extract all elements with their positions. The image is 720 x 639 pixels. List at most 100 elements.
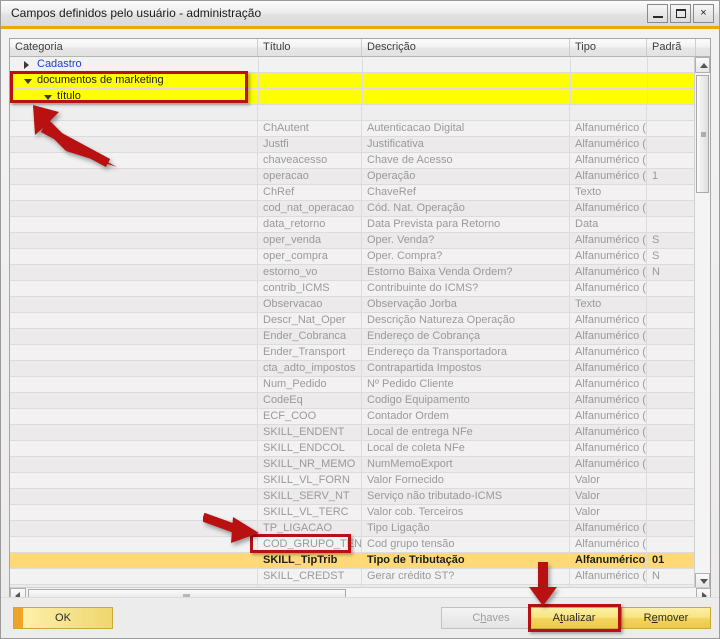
column-header-padrao[interactable]: Padrã — [647, 39, 696, 56]
table-row[interactable]: data_retorno Data Prevista para Retorno Da… — [10, 217, 696, 233]
table-row[interactable]: CodeEqCodigo EquipamentoAlfanumérico (8) — [10, 393, 696, 409]
remover-label: Remover — [643, 612, 689, 624]
grid-cell-titulo: SKILL_TipTrib — [258, 553, 362, 568]
column-separator — [362, 73, 363, 88]
atualizar-button[interactable]: Atualizar — [529, 607, 619, 629]
chevron-up-icon — [700, 63, 708, 68]
grid-cell-descricao: Valor Fornecido — [362, 473, 570, 488]
grid-cell-descricao: Tipo Ligação — [362, 521, 570, 536]
table-row[interactable]: JustfiJustificativaAlfanumérico (254) — [10, 137, 696, 153]
table-row[interactable]: TP_LIGACAOTipo LigaçãoAlfanumérico (10) — [10, 521, 696, 537]
grid-cell-padrao — [647, 409, 696, 424]
chevron-down-icon[interactable] — [44, 95, 52, 100]
chevron-right-icon[interactable] — [24, 61, 29, 69]
grid-cell-descricao: Contribuinte do ICMS? — [362, 281, 570, 296]
grid-body[interactable]: Cadastro documentos de marketing título ChA… — [10, 57, 696, 589]
column-header-tipo[interactable]: Tipo — [570, 39, 647, 56]
grid-cell-padrao — [647, 329, 696, 344]
grid-cell-categoria — [10, 329, 258, 344]
dialog-content: Categoria Título Descrição Tipo Padrã Ca… — [1, 32, 719, 638]
ok-button[interactable]: OK — [13, 607, 113, 629]
grid-cell-titulo: cta_adto_impostos — [258, 361, 362, 376]
table-row[interactable]: Descr_Nat_Oper Descrição Natureza Operaçã… — [10, 313, 696, 329]
table-row[interactable]: SKILL_VL_TERC Valor cob. Terceiros Valor — [10, 505, 696, 521]
grid-cell-padrao — [647, 201, 696, 216]
table-row[interactable]: COD_GRUPO_TENSACCod grupo tensãoAlfanumé… — [10, 537, 696, 553]
grid-cell-padrao: 01 — [652, 554, 665, 566]
grid-cell-descricao: Codigo Equipamento — [362, 393, 570, 408]
grid-cell-tipo: Alfanumérico (1) — [570, 249, 647, 264]
grid-cell-padrao — [647, 457, 696, 472]
table-row[interactable]: estorno_vo Estorno Baixa Venda Ordem? Alfa… — [10, 265, 696, 281]
grid-cell-descricao: Justificativa — [362, 137, 570, 152]
table-row[interactable]: SKILL_CREDST Gerar crédito ST? Alfanuméric… — [10, 569, 696, 585]
grid-cell — [647, 105, 696, 120]
grid-cell-categoria — [10, 185, 258, 200]
vertical-scroll-thumb[interactable] — [696, 75, 709, 193]
grid-cell-tipo: Data — [570, 217, 647, 232]
column-separator — [647, 89, 648, 104]
table-row[interactable]: oper_vendaOper. Venda?Alfanumérico (1) S — [10, 233, 696, 249]
grid-cell-categoria — [10, 313, 258, 328]
grid-cell-padrao — [647, 377, 696, 392]
tree-node-row[interactable]: Cadastro — [10, 57, 696, 73]
table-row[interactable]: operacaoOperaçãoAlfanumérico (1) 1 — [10, 169, 696, 185]
remover-button[interactable]: Remover — [621, 607, 711, 629]
column-separator — [258, 73, 259, 88]
table-row[interactable]: SKILL_ENDCOL Local de coleta NFe Alfanumér… — [10, 441, 696, 457]
grid-cell-padrao: 1 — [652, 170, 659, 182]
grid-cell-padrao — [647, 345, 696, 360]
grid-cell-tipo: Alfanumérico (100) — [570, 329, 647, 344]
grid-cell-descricao: Gerar crédito ST? — [362, 569, 570, 584]
grid-cell-tipo: Alfanumérico (1) — [570, 281, 647, 296]
column-header-titulo[interactable]: Título — [258, 39, 362, 56]
grid-cell-categoria — [10, 505, 258, 520]
table-row[interactable]: Num_Pedido Nº Pedido Cliente Alfanumérico … — [10, 377, 696, 393]
grid-cell-categoria — [10, 217, 258, 232]
table-row[interactable]: Observacao Observação Jorba Texto — [10, 297, 696, 313]
table-row[interactable]: ChRef ChaveRef Texto — [10, 185, 696, 201]
tree-node-row[interactable]: documentos de marketing — [10, 73, 696, 89]
table-row[interactable]: oper_compraOper. Compra?Alfanumérico (1)… — [10, 249, 696, 265]
scroll-up-button[interactable] — [695, 57, 710, 73]
table-row[interactable]: Ender_Cobranca Endereço de Cobrança Alfanu… — [10, 329, 696, 345]
grid-cell-padrao — [647, 441, 696, 456]
column-header-categoria[interactable]: Categoria — [10, 39, 258, 56]
grid-cell-categoria — [10, 169, 258, 184]
title-bar[interactable]: Campos definidos pelo usuário - administ… — [1, 1, 719, 29]
table-row[interactable]: SKILL_NR_MEMO NumMemoExport Alfanumérico (… — [10, 457, 696, 473]
grid-cell-titulo: Ender_Cobranca — [258, 329, 362, 344]
vertical-scrollbar[interactable] — [694, 57, 710, 589]
grid-cell-categoria — [10, 265, 258, 280]
table-row[interactable]: chaveacesso Chave de Acesso Alfanumérico (… — [10, 153, 696, 169]
tree-node-row[interactable]: título — [10, 89, 696, 105]
grid-cell-titulo: ChRef — [258, 185, 362, 200]
close-button[interactable]: × — [693, 4, 714, 23]
table-row[interactable]: SKILL_SERV_NT Serviço não tributado-ICMS V… — [10, 489, 696, 505]
grid-cell-tipo: Alfanumérico (2) — [570, 537, 647, 552]
grid-cell-titulo: Ender_Transport — [258, 345, 362, 360]
minimize-button[interactable] — [647, 4, 668, 23]
table-row[interactable]: cta_adto_impostos Contrapartida Impostos A… — [10, 361, 696, 377]
grid-cell-categoria — [10, 121, 258, 136]
chevron-down-icon[interactable] — [24, 79, 32, 84]
grid-cell-descricao: Cod grupo tensão — [362, 537, 570, 552]
grid-cell-descricao: Local de coleta NFe — [362, 441, 570, 456]
column-header-descricao[interactable]: Descrição — [362, 39, 570, 56]
grid-cell-descricao: Descrição Natureza Operação — [362, 313, 570, 328]
grid-cell-titulo: SKILL_NR_MEMO — [258, 457, 362, 472]
table-row[interactable]: ChAutent Autenticacao Digital Alfanumérico… — [10, 121, 696, 137]
grid-cell-categoria — [10, 425, 258, 440]
table-row[interactable]: Ender_Transport Endereço da Transportador… — [10, 345, 696, 361]
grid-cell-descricao: Estorno Baixa Venda Ordem? — [362, 265, 570, 280]
maximize-button[interactable] — [670, 4, 691, 23]
table-row[interactable]: SKILL_ENDENT Local de entrega NFe Alfanumé… — [10, 425, 696, 441]
grid-cell-categoria — [10, 153, 258, 168]
table-row[interactable]: SKILL_TipTrib Tipo de Tributação Alfanumér… — [10, 553, 696, 569]
table-row[interactable]: SKILL_VL_FORN Valor Fornecido Valor — [10, 473, 696, 489]
table-row[interactable]: ECF_COOContador OrdemAlfanumérico (6) — [10, 409, 696, 425]
table-row[interactable]: contrib_ICMS Contribuinte do ICMS? Alfanum… — [10, 281, 696, 297]
chaves-label: Chaves — [472, 612, 510, 624]
grid-cell-padrao — [647, 121, 696, 136]
table-row[interactable]: cod_nat_operacao Cód. Nat. Operação Alfanu… — [10, 201, 696, 217]
